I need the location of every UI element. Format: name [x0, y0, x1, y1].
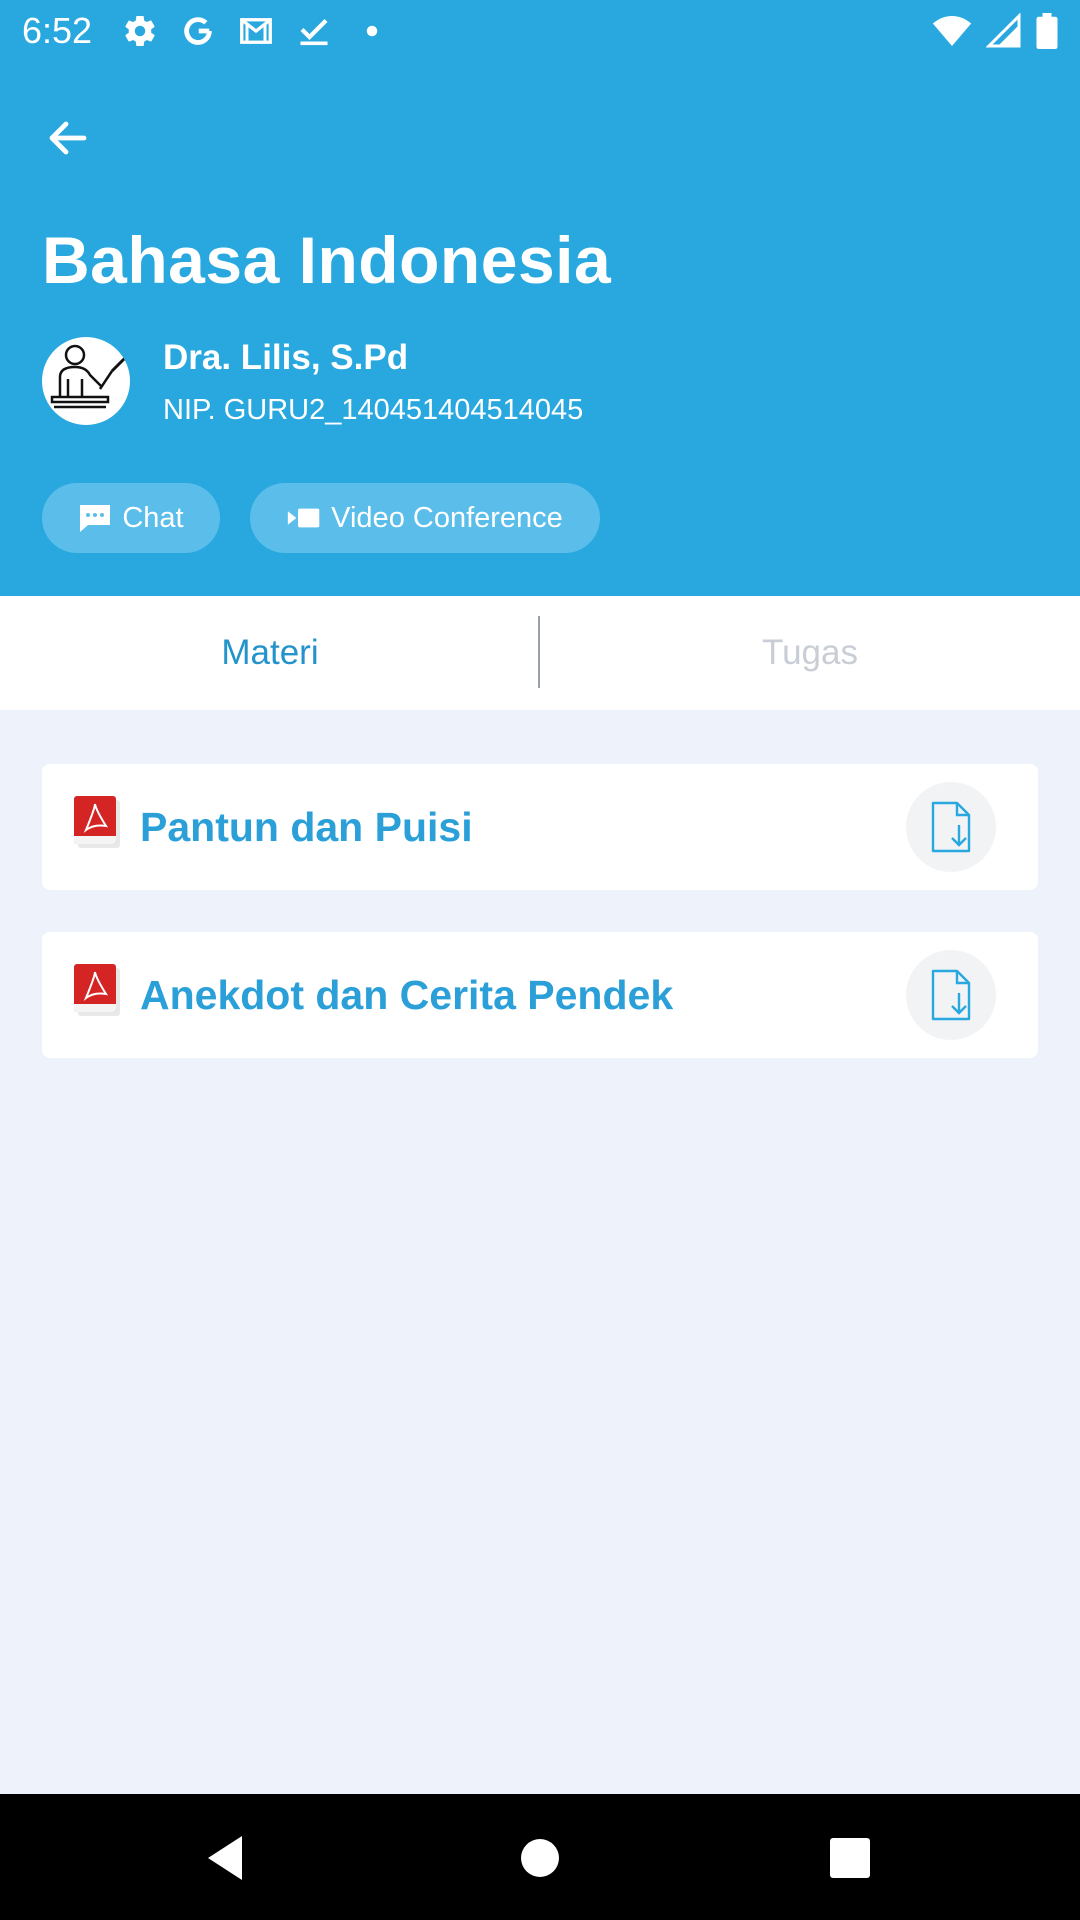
screen: 6:52 Bahasa Indonesia Dra. Lilis, S.Pd N…	[0, 0, 1080, 1920]
status-icons-left	[122, 13, 390, 49]
teacher-avatar	[42, 337, 130, 425]
tab-divider	[538, 616, 540, 688]
material-item[interactable]: Pantun dan Puisi	[42, 764, 1038, 890]
google-icon	[184, 17, 212, 45]
material-item[interactable]: Anekdot dan Cerita Pendek	[42, 932, 1038, 1058]
settings-icon	[125, 16, 155, 47]
pdf-icon	[74, 796, 120, 848]
nav-home-icon[interactable]	[512, 1830, 568, 1886]
teacher-nip: NIP. GURU2_140451404514045	[163, 394, 584, 426]
download-file-icon	[931, 969, 971, 1021]
status-bar: 6:52	[0, 0, 1080, 62]
tab-tugas[interactable]: Tugas	[540, 596, 1080, 710]
status-time: 6:52	[22, 10, 93, 51]
download-file-icon	[931, 801, 971, 853]
video-camera-icon	[288, 508, 320, 528]
video-conference-button[interactable]: Video Conference	[250, 483, 600, 553]
tab-materi[interactable]: Materi	[0, 596, 540, 710]
chat-button-label: Chat	[122, 501, 184, 534]
teacher-icon	[50, 344, 128, 409]
teacher-name: Dra. Lilis, S.Pd	[163, 338, 409, 377]
battery-icon	[1036, 13, 1058, 49]
nav-back-icon[interactable]	[198, 1830, 254, 1886]
back-button[interactable]	[40, 110, 96, 166]
signal-icon	[986, 13, 1021, 48]
download-button[interactable]	[906, 950, 996, 1040]
wifi-icon	[932, 16, 972, 46]
download-button[interactable]	[906, 782, 996, 872]
pdf-icon	[74, 964, 120, 1016]
page-title: Bahasa Indonesia	[42, 223, 612, 297]
chat-icon	[80, 505, 111, 532]
gmail-icon	[240, 18, 272, 44]
header: 6:52 Bahasa Indonesia Dra. Lilis, S.Pd N…	[0, 0, 1080, 596]
navigation-bar	[0, 1794, 1080, 1920]
chat-button[interactable]: Chat	[42, 483, 220, 553]
video-conference-label: Video Conference	[331, 501, 563, 534]
arrow-left-icon	[49, 121, 87, 155]
material-title: Anekdot dan Cerita Pendek	[140, 972, 674, 1018]
checkmark-icon	[300, 19, 328, 46]
material-title: Pantun dan Puisi	[140, 804, 473, 850]
nav-recents-icon[interactable]	[822, 1830, 878, 1886]
dot-icon	[366, 25, 378, 37]
status-icons-right	[932, 13, 1058, 49]
tab-bar: Materi Tugas	[0, 596, 1080, 710]
